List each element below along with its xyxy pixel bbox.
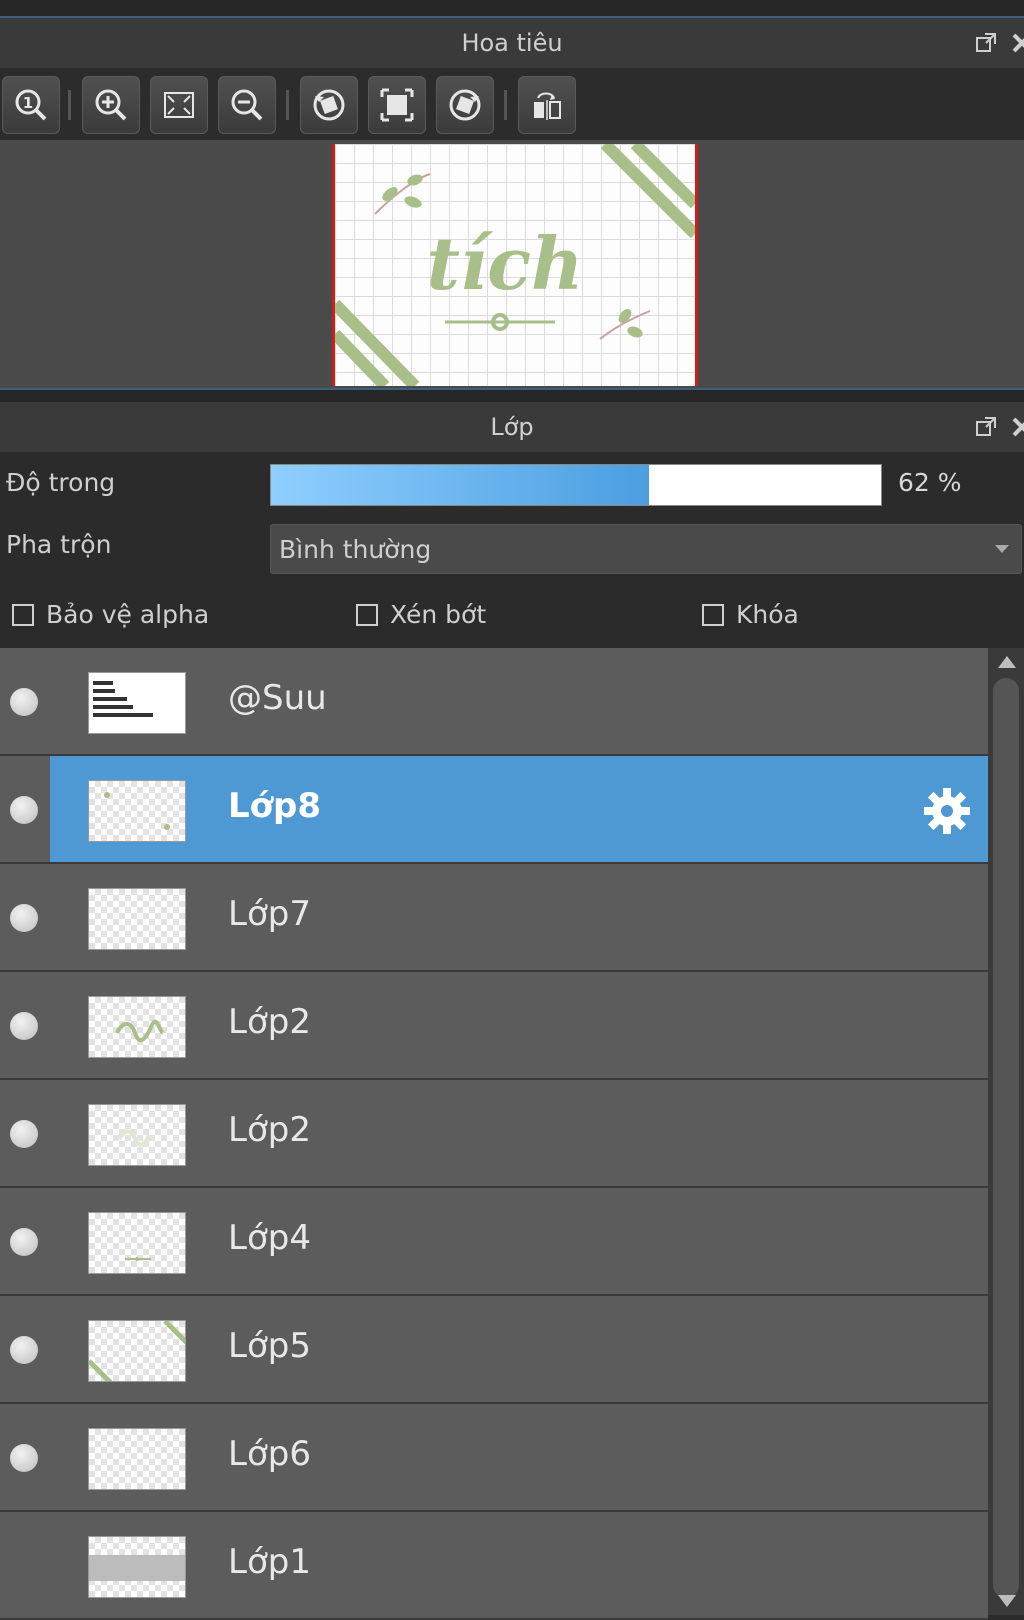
blend-mode-select[interactable]: Bình thường [270,524,1022,574]
layer-name: Lớp5 [228,1326,311,1366]
layers-panel-header: Lớp [0,402,1024,452]
layer-name: Lớp7 [228,894,311,934]
visibility-toggle[interactable] [10,1120,38,1148]
blend-mode-label: Pha trộn [6,530,112,559]
chevron-down-icon [995,545,1009,553]
clipping-checkbox[interactable]: Xén bớt [356,600,486,629]
gear-icon[interactable] [922,786,972,836]
layers-title: Lớp [490,413,534,441]
fit-canvas-icon [380,88,414,122]
layer-row[interactable]: Lớp7 [0,864,988,972]
opacity-label: Độ trong [6,468,116,497]
visibility-toggle[interactable] [10,688,38,716]
layer-row[interactable]: Lớp5 [0,1296,988,1404]
layer-row[interactable]: Lớp2 [0,1080,988,1188]
layer-name: Lớp2 [228,1002,311,1042]
layer-row[interactable]: Lớp6 [0,1404,988,1512]
flip-horizontal-button[interactable] [518,76,576,134]
layer-row[interactable]: @Suu [0,648,988,756]
zoom-actual-button[interactable]: 1 [2,76,60,134]
opacity-value: 62 % [898,468,962,497]
navigator-title: Hoa tiêu [461,29,563,57]
layers-scrollbar[interactable] [988,648,1024,1615]
blend-mode-value: Bình thường [279,534,432,564]
zoom-out-button[interactable] [218,76,276,134]
layer-thumbnail [88,1104,186,1166]
layer-thumbnail [88,996,186,1058]
zoom-out-icon [231,89,263,121]
alpha-protect-checkbox[interactable]: Bảo vệ alpha [12,600,209,629]
layer-thumbnail [88,888,186,950]
layer-thumbnail [88,1428,186,1490]
rotate-left-icon [313,89,345,121]
visibility-toggle[interactable] [10,1336,38,1364]
toolbar-separator [68,90,71,120]
close-icon[interactable] [1010,415,1024,439]
checkbox-box [356,603,378,626]
toolbar-separator [504,90,507,120]
layer-thumbnail [88,780,186,842]
close-icon[interactable] [1010,31,1024,55]
detach-icon[interactable] [974,415,998,439]
fit-screen-button[interactable] [150,76,208,134]
layer-row[interactable]: Lớp2 [0,972,988,1080]
layers-header-icons [974,402,1024,452]
svg-text:1: 1 [23,94,33,112]
layers-list: @Suu Lớp8 Lớp7 Lớp2 Lớp2 Lớp4 Lớp5 Lớp6 … [0,648,988,1620]
clipping-label: Xén bớt [390,600,487,629]
toolbar-separator [286,90,289,120]
zoom-actual-icon: 1 [15,89,47,121]
preview-title-text: tích [427,221,584,306]
rotate-right-button[interactable] [436,76,494,134]
layer-name: Lớp6 [228,1434,311,1474]
zoom-in-button[interactable] [82,76,140,134]
layer-controls: Độ trong 62 % Pha trộn Bình thường Bảo v… [0,452,1024,648]
visibility-toggle[interactable] [10,1228,38,1256]
layer-name: Lớp2 [228,1110,311,1150]
layer-thumbnail [88,672,186,734]
layer-thumbnail [88,1536,186,1598]
navigator-panel-header: Hoa tiêu [0,18,1024,68]
navigator-preview[interactable]: tích [0,140,1024,388]
layer-name: Lớp4 [228,1218,311,1258]
checkbox-box [702,603,724,626]
layer-name: Lớp8 [228,786,322,826]
rotate-left-button[interactable] [300,76,358,134]
zoom-in-icon [95,89,127,121]
selection-highlight [50,756,988,862]
visibility-toggle[interactable] [10,1444,38,1472]
layer-name: Lớp1 [228,1542,311,1582]
detach-icon[interactable] [974,31,998,55]
opacity-slider[interactable] [270,464,882,506]
layer-thumbnail [88,1320,186,1382]
layer-row[interactable]: Lớp1 [0,1512,988,1620]
layer-row-selected[interactable]: Lớp8 [0,756,988,864]
visibility-toggle[interactable] [10,796,38,824]
top-strip [0,0,1024,18]
flip-horizontal-icon [534,92,561,120]
fit-canvas-button[interactable] [368,76,426,134]
navigator-header-icons [974,18,1024,68]
layer-name: @Suu [228,678,327,718]
lock-label: Khóa [736,600,799,629]
layer-row[interactable]: Lớp4 [0,1188,988,1296]
layer-thumbnail [88,1212,186,1274]
checkbox-box [12,603,34,626]
scroll-down-icon[interactable] [998,1595,1016,1607]
navigator-toolbar: 1 [0,70,1024,140]
scrollbar-thumb[interactable] [993,678,1019,1598]
opacity-slider-fill [271,465,650,505]
panel-divider [0,388,1024,402]
visibility-toggle[interactable] [10,1012,38,1040]
fit-screen-icon [164,92,194,118]
rotate-right-icon [449,89,481,121]
visibility-toggle[interactable] [10,904,38,932]
lock-checkbox[interactable]: Khóa [702,600,799,629]
scroll-up-icon[interactable] [998,656,1016,668]
alpha-protect-label: Bảo vệ alpha [46,600,210,629]
canvas-thumbnail[interactable]: tích [332,144,698,386]
